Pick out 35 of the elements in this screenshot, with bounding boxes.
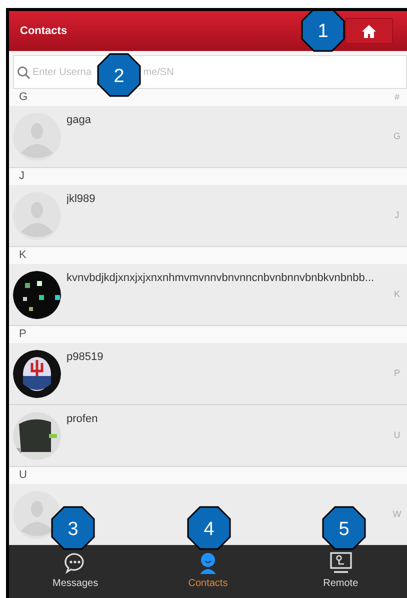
- section-letter: J: [19, 169, 24, 184]
- index-letter: U: [392, 428, 402, 442]
- tab[interactable]: Messages: [35, 552, 116, 592]
- avatar-icon: [13, 112, 61, 160]
- callout-badge: 1: [301, 11, 345, 52]
- callout-badge: 4: [187, 506, 231, 550]
- tab[interactable]: Remote: [300, 552, 381, 592]
- section-letter: P: [19, 327, 26, 342]
- index-letter: #: [393, 90, 400, 104]
- index-letter: K: [392, 288, 401, 301]
- placeholder-text: me/SN: [143, 66, 174, 80]
- index-letter: G: [392, 130, 402, 143]
- callout-badge: 5: [322, 506, 366, 550]
- index-letter: W: [392, 508, 402, 521]
- section-letter: U: [19, 468, 27, 484]
- contact-name: jkl989: [66, 192, 96, 204]
- index-letter: J: [394, 208, 400, 222]
- index-letter: P: [392, 366, 401, 380]
- contact-name: profen: [66, 412, 98, 424]
- contact-name: p98519: [66, 350, 104, 362]
- home-icon: [362, 24, 376, 38]
- contact-name: gaga: [66, 114, 91, 126]
- home-button[interactable]: [345, 18, 394, 44]
- callout-badge: 2: [97, 53, 141, 97]
- search-icon: [16, 66, 30, 78]
- screen-title: Contacts: [20, 24, 68, 39]
- monitor-icon: [328, 552, 353, 574]
- tab[interactable]: Contacts: [168, 552, 248, 592]
- search-field[interactable]: Enter Userna: [32, 64, 96, 80]
- section-letter: K: [19, 248, 26, 264]
- contact-name: kvnvbdjkdjxnxjxjxnxnhmvmvnnvbnvnncnbvnbnnvbnbkvnbnbb...: [66, 272, 374, 284]
- chat-icon: [64, 552, 86, 574]
- section-letter: G: [19, 90, 28, 106]
- callout-badge: 3: [51, 506, 95, 550]
- avatar-icon: [13, 192, 61, 240]
